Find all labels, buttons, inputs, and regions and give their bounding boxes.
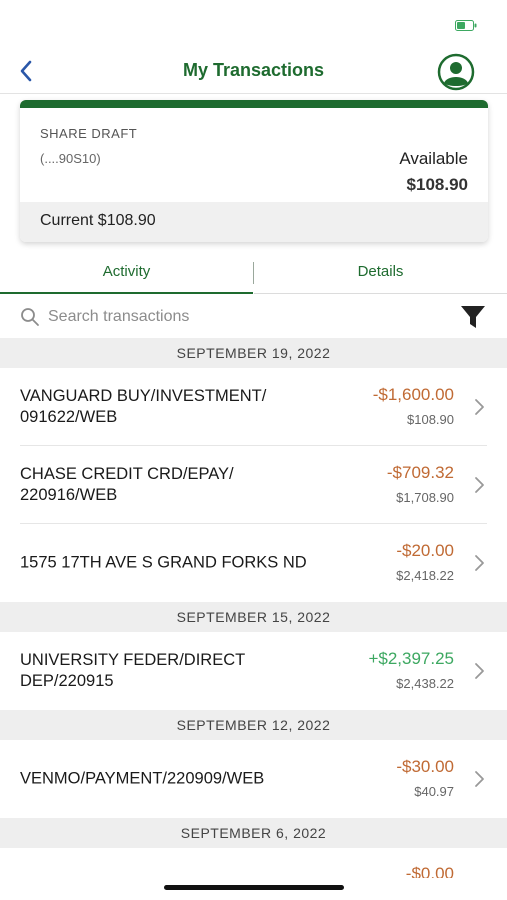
transaction-description: VANGUARD BUY/INVESTMENT/ 091622/WEB <box>20 386 267 426</box>
transaction-amount: -$20.00 <box>396 541 454 560</box>
transaction-description: 1575 17TH AVE S GRAND FORKS ND <box>20 553 307 572</box>
account-card[interactable]: SHARE DRAFT (....90S10) Available $108.9… <box>20 100 488 242</box>
running-balance: $108.90 <box>407 412 454 427</box>
user-circle-icon <box>437 53 475 91</box>
chevron-right-icon <box>475 477 484 493</box>
running-balance: $2,418.22 <box>396 568 454 583</box>
search-bar <box>0 296 507 338</box>
running-balance: $2,438.22 <box>396 676 454 691</box>
battery-icon <box>455 20 477 31</box>
date-header: SEPTEMBER 15, 2022 <box>0 602 507 632</box>
chevron-right-icon <box>475 555 484 571</box>
transaction-row[interactable]: CHASE CREDIT CRD/EPAY/ 220916/WEB -$709.… <box>20 446 487 524</box>
nav-bar: My Transactions <box>0 48 507 94</box>
filter-button[interactable] <box>459 304 487 330</box>
transaction-description: VENMO/PAYMENT/220909/WEB <box>20 769 265 788</box>
transaction-description: CHASE CREDIT CRD/EPAY/ 220916/WEB <box>20 464 234 504</box>
date-header: SEPTEMBER 12, 2022 <box>0 710 507 740</box>
home-indicator[interactable] <box>164 885 344 890</box>
profile-button[interactable] <box>437 53 475 91</box>
chevron-right-icon <box>475 399 484 415</box>
transaction-amount: +$2,397.25 <box>368 649 454 668</box>
available-label: Available <box>399 149 468 168</box>
date-header: SEPTEMBER 19, 2022 <box>0 338 507 368</box>
current-balance: Current $108.90 <box>20 202 488 242</box>
account-type: SHARE DRAFT <box>40 126 138 141</box>
tab-details[interactable]: Details <box>254 254 507 294</box>
search-icon <box>21 308 39 326</box>
card-accent-bar <box>20 100 488 108</box>
transaction-row[interactable]: VANGUARD BUY/INVESTMENT/ 091622/WEB -$1,… <box>20 368 487 446</box>
transaction-list: SEPTEMBER 19, 2022 VANGUARD BUY/INVESTME… <box>0 338 507 878</box>
available-amount: $108.90 <box>406 175 468 194</box>
transaction-amount: -$709.32 <box>386 463 454 482</box>
search-input[interactable] <box>48 304 428 330</box>
tab-bar: Activity Details <box>0 254 507 294</box>
chevron-right-icon <box>475 663 484 679</box>
transaction-amount: -$1,600.00 <box>372 385 454 404</box>
page-title: My Transactions <box>182 60 325 80</box>
transaction-row[interactable]: -$0.00 <box>20 848 487 878</box>
transaction-row[interactable]: 1575 17TH AVE S GRAND FORKS ND -$20.00 $… <box>20 524 487 602</box>
transaction-row[interactable]: UNIVERSITY FEDER/DIRECT DEP/220915 +$2,3… <box>20 632 487 710</box>
chevron-right-icon <box>475 771 484 787</box>
status-bar <box>0 0 507 48</box>
transaction-amount: -$0.00 <box>405 864 454 878</box>
account-number: (....90S10) <box>40 151 101 166</box>
filter-icon <box>461 306 485 328</box>
running-balance: $1,708.90 <box>396 490 454 505</box>
tab-activity[interactable]: Activity <box>0 254 253 294</box>
date-header: SEPTEMBER 6, 2022 <box>0 818 507 848</box>
transaction-amount: -$30.00 <box>396 757 454 776</box>
transaction-row[interactable]: VENMO/PAYMENT/220909/WEB -$30.00 $40.97 <box>20 740 487 818</box>
running-balance: $40.97 <box>414 784 454 799</box>
transaction-description: UNIVERSITY FEDER/DIRECT DEP/220915 <box>20 651 245 690</box>
